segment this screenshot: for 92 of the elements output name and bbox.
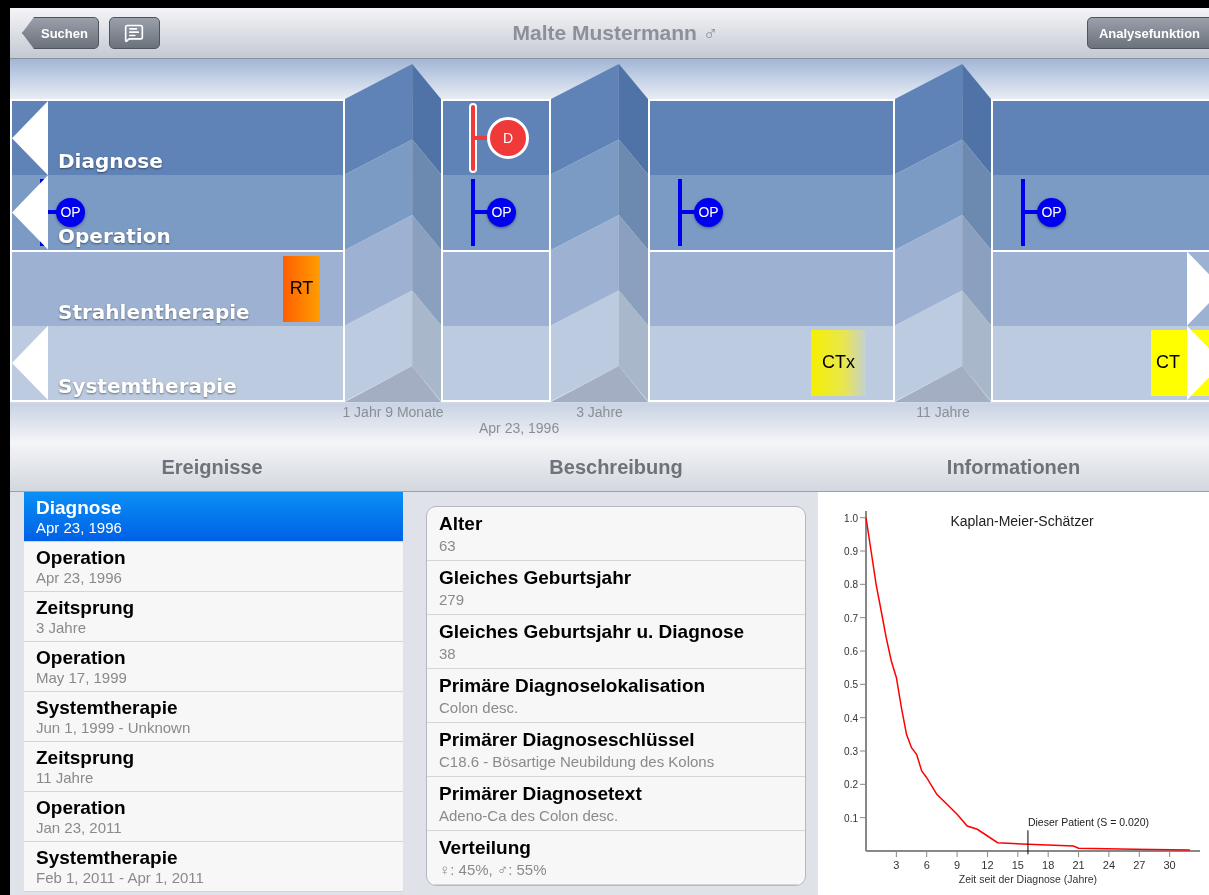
event-title: Diagnose bbox=[36, 496, 123, 519]
description-value: Adeno-Ca des Colon desc. bbox=[439, 806, 620, 826]
description-value: 38 bbox=[439, 644, 457, 664]
diagnosis-marker[interactable]: D bbox=[487, 117, 529, 160]
description-value: 279 bbox=[439, 590, 466, 610]
y-tick-label: 0.9 bbox=[844, 546, 858, 557]
event-title: Systemtherapie bbox=[36, 696, 179, 719]
event-date: May 17, 1999 bbox=[36, 669, 128, 687]
event-date: Jun 1, 1999 - Unknown bbox=[36, 719, 192, 737]
x-tick-label: 21 bbox=[1072, 859, 1085, 871]
marker-stem bbox=[1021, 179, 1025, 246]
y-tick-label: 1.0 bbox=[844, 512, 858, 524]
section-title: Informationen bbox=[945, 456, 1082, 479]
marker-stub bbox=[1025, 210, 1039, 215]
event-title: Systemtherapie bbox=[36, 846, 179, 869]
y-tick-label: 0.4 bbox=[844, 712, 858, 724]
event-date: 3 Jahre bbox=[36, 619, 88, 637]
event-item[interactable]: Operation Jan 23, 2011 bbox=[24, 792, 403, 842]
operation-marker[interactable]: OP bbox=[694, 197, 723, 227]
operation-marker[interactable]: OP bbox=[1037, 197, 1066, 227]
therapy-marker[interactable]: CTx bbox=[811, 329, 866, 396]
event-title: Zeitsprung bbox=[36, 746, 136, 769]
description-title: Gleiches Geburtsjahr u. Diagnose bbox=[439, 620, 746, 644]
y-tick-label: 0.7 bbox=[844, 612, 858, 624]
section-title: Beschreibung bbox=[548, 456, 684, 479]
y-tick-label: 0.6 bbox=[844, 646, 858, 657]
description-title: Primäre Diagnoselokalisation bbox=[439, 674, 707, 698]
event-item[interactable]: Operation May 17, 1999 bbox=[24, 642, 403, 692]
window-title: Malte Mustermann ♂ bbox=[512, 21, 719, 45]
marker-stub bbox=[682, 210, 696, 215]
description-value: C18.6 - Bösartige Neubildung des Kolons bbox=[439, 752, 716, 772]
event-date: Feb 1, 2011 - Apr 1, 2011 bbox=[36, 869, 205, 887]
description-value: ♀: 45%, ♂: 55% bbox=[439, 860, 548, 880]
description-title: Primärer Diagnoseschlüssel bbox=[439, 728, 696, 752]
y-tick-label: 0.1 bbox=[844, 812, 858, 824]
analysis-button[interactable]: Analysefunktion bbox=[1086, 17, 1209, 49]
interval-label: 3 Jahre bbox=[576, 404, 623, 420]
interval-label: 11 Jahre bbox=[916, 404, 970, 420]
therapy-marker[interactable]: RT bbox=[283, 255, 320, 322]
chart-title: Kaplan-Meier-Schätzer bbox=[950, 513, 1094, 529]
event-item[interactable]: Systemtherapie Feb 1, 2011 - Apr 1, 2011 bbox=[24, 842, 403, 892]
description-value: 63 bbox=[439, 536, 457, 556]
marker-stem bbox=[678, 179, 682, 246]
event-date: 11 Jahre bbox=[36, 769, 95, 787]
event-item[interactable]: Systemtherapie Jun 1, 1999 - Unknown bbox=[24, 692, 403, 742]
description-title: Alter bbox=[439, 512, 484, 536]
comment-icon bbox=[124, 23, 145, 43]
event-title: Operation bbox=[36, 646, 127, 669]
description-value: Colon desc. bbox=[439, 698, 520, 718]
y-tick-label: 0.8 bbox=[844, 579, 858, 591]
comment-button[interactable] bbox=[108, 17, 160, 49]
x-tick-label: 30 bbox=[1163, 859, 1176, 871]
x-tick-label: 9 bbox=[954, 859, 961, 871]
x-axis-label: Zeit seit der Diagnose (Jahre) bbox=[958, 873, 1098, 885]
y-tick-label: 0.2 bbox=[844, 779, 858, 791]
x-tick-label: 27 bbox=[1133, 859, 1146, 871]
marker-stub bbox=[475, 136, 489, 141]
event-date: Apr 23, 1996 bbox=[36, 519, 123, 537]
y-tick-label: 0.3 bbox=[844, 746, 858, 757]
event-title: Zeitsprung bbox=[36, 596, 136, 619]
x-tick-label: 6 bbox=[923, 859, 930, 871]
operation-marker[interactable]: OP bbox=[487, 197, 516, 227]
section-title: Ereignisse bbox=[160, 456, 264, 479]
annotation-label: Dieser Patient (S = 0.020) bbox=[1027, 816, 1150, 829]
interval-label: 1 Jahr 9 Monate bbox=[342, 404, 444, 420]
x-tick-label: 15 bbox=[1011, 859, 1024, 871]
description-title: Gleiches Geburtsjahr bbox=[439, 566, 633, 590]
x-tick-label: 24 bbox=[1102, 859, 1116, 871]
lane-label: Diagnose bbox=[58, 149, 163, 174]
marker-stub bbox=[475, 210, 489, 215]
lane-label: Systemtherapie bbox=[58, 374, 237, 398]
event-item[interactable]: Diagnose Apr 23, 1996 bbox=[24, 492, 403, 542]
x-tick-label: 18 bbox=[1042, 859, 1055, 871]
event-item[interactable]: Zeitsprung 11 Jahre bbox=[24, 742, 403, 792]
y-tick-label: 0.5 bbox=[844, 679, 858, 691]
lane-label: Strahlentherapie bbox=[58, 299, 250, 324]
event-title: Operation bbox=[36, 546, 127, 569]
description-title: Primärer Diagnosetext bbox=[439, 782, 643, 806]
date-label: Apr 23, 1996 bbox=[479, 420, 560, 437]
event-item[interactable]: Operation Apr 23, 1996 bbox=[24, 542, 403, 592]
event-item[interactable]: Zeitsprung 3 Jahre bbox=[24, 592, 403, 642]
event-date: Jan 23, 2011 bbox=[36, 819, 123, 837]
event-title: Operation bbox=[36, 796, 127, 819]
operation-marker[interactable]: OP bbox=[56, 197, 85, 227]
x-tick-label: 12 bbox=[981, 859, 994, 871]
back-button[interactable]: Suchen bbox=[22, 17, 99, 49]
marker-stem bbox=[471, 179, 475, 246]
event-date: Apr 23, 1996 bbox=[36, 569, 123, 587]
patient-marker bbox=[1027, 829, 1029, 855]
description-title: Verteilung bbox=[439, 836, 532, 860]
marker-stem bbox=[471, 105, 475, 172]
x-tick-label: 3 bbox=[893, 859, 900, 871]
